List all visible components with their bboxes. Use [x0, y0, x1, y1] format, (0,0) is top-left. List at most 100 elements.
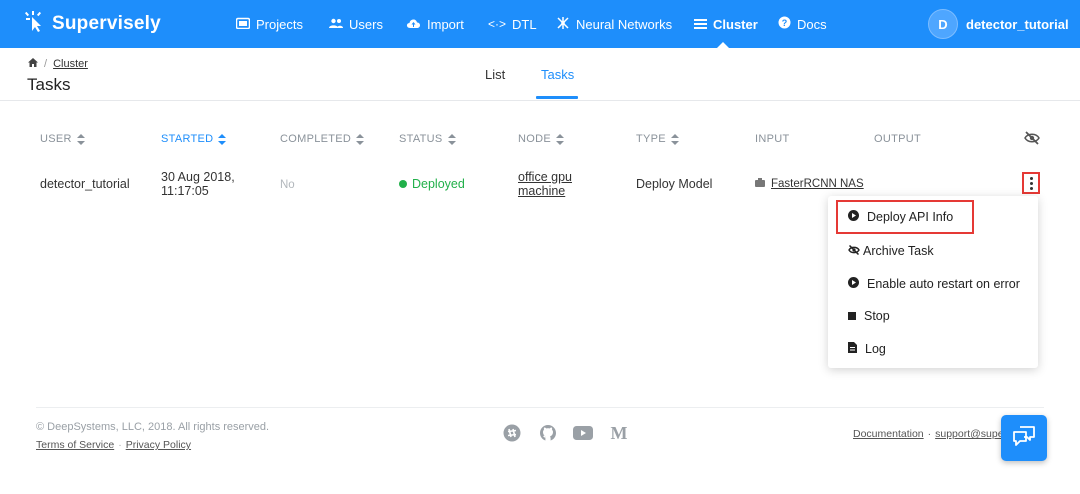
user-name: detector_tutorial	[966, 16, 1069, 32]
column-header-completed[interactable]: COMPLETED	[280, 133, 365, 145]
menu-item-label: Archive Task	[863, 244, 934, 258]
cell-status: Deployed	[399, 177, 465, 191]
column-header-user[interactable]: USER	[40, 133, 85, 145]
menu-item-log[interactable]: Log	[848, 339, 886, 359]
tab-list[interactable]: List	[485, 67, 505, 82]
medium-icon[interactable]: M	[609, 423, 629, 443]
help-icon: ?	[778, 16, 791, 32]
nav-docs[interactable]: ? Docs	[778, 14, 827, 34]
column-header-status[interactable]: STATUS	[399, 133, 456, 145]
cell-node-link[interactable]: office gpu	[518, 170, 572, 184]
menu-item-enable-auto-restart[interactable]: Enable auto restart on error	[848, 274, 1020, 294]
breadcrumb: / Cluster	[28, 58, 88, 70]
nav-dtl[interactable]: <·> DTL	[488, 14, 537, 34]
column-header-node[interactable]: NODE	[518, 133, 564, 145]
home-icon[interactable]	[28, 58, 38, 70]
task-actions-more-icon[interactable]	[1022, 172, 1040, 194]
column-header-user-label: USER	[40, 133, 72, 145]
footer-separator: ·	[927, 428, 932, 440]
menu-item-label: Deploy API Info	[867, 210, 954, 224]
cell-completed: No	[280, 179, 295, 191]
sort-icon	[218, 133, 227, 145]
menu-item-label: Enable auto restart on error	[867, 277, 1020, 291]
active-tab-indicator	[536, 96, 578, 99]
column-header-started[interactable]: STARTED	[161, 133, 227, 145]
user-menu[interactable]: D detector_tutorial	[928, 9, 1069, 39]
column-header-completed-label: COMPLETED	[280, 133, 352, 145]
youtube-icon[interactable]	[573, 423, 593, 443]
column-header-input: INPUT	[755, 133, 790, 145]
breadcrumb-separator: /	[44, 58, 48, 70]
column-header-node-label: NODE	[518, 133, 551, 145]
documentation-link[interactable]: Documentation	[853, 428, 924, 440]
nav-import-label: Import	[427, 16, 464, 32]
menu-item-deploy-api-info[interactable]: Deploy API Info	[848, 207, 953, 227]
sort-icon	[670, 133, 679, 145]
column-header-output: OUTPUT	[874, 133, 921, 145]
cloud-upload-icon	[406, 17, 421, 32]
app-name: Supervisely	[52, 13, 161, 34]
hide-columns-eye-off-icon[interactable]	[1024, 131, 1040, 150]
users-icon	[329, 17, 343, 32]
copyright: © DeepSystems, LLC, 2018. All rights res…	[36, 421, 270, 433]
page-title: Tasks	[27, 75, 71, 94]
nav-neural-networks[interactable]: Neural Networks	[556, 14, 672, 34]
nav-cluster[interactable]: Cluster	[694, 14, 758, 34]
terms-of-service-link[interactable]: Terms of Service	[36, 439, 114, 451]
footer-separator: ·	[118, 439, 122, 451]
column-header-output-label: OUTPUT	[874, 133, 922, 145]
nav-users-label: Users	[349, 16, 383, 32]
eye-off-icon	[848, 244, 860, 258]
svg-text:?: ?	[782, 18, 788, 28]
logo[interactable]: Supervisely	[24, 10, 161, 38]
nav-projects[interactable]: Projects	[235, 14, 303, 34]
menu-item-label: Stop	[864, 309, 890, 323]
breadcrumb-cluster-link[interactable]: Cluster	[53, 58, 88, 70]
nav-docs-label: Docs	[797, 16, 827, 32]
column-header-input-label: INPUT	[755, 133, 790, 145]
github-icon[interactable]	[538, 423, 558, 443]
top-navbar: Supervisely Projects Users Import <·> DT…	[0, 0, 1080, 49]
stop-icon	[848, 309, 856, 323]
nav-users[interactable]: Users	[329, 14, 383, 34]
active-nav-caret	[716, 42, 730, 49]
menu-item-label: Log	[865, 342, 886, 356]
nav-dtl-label: DTL	[512, 16, 537, 32]
chat-support-button[interactable]	[1001, 415, 1047, 461]
status-label: Deployed	[412, 177, 465, 191]
input-model-link[interactable]: FasterRCNN NAS	[771, 177, 864, 191]
nav-projects-label: Projects	[256, 16, 303, 32]
neural-network-icon	[556, 16, 570, 33]
sort-icon	[76, 133, 85, 145]
status-dot-icon	[399, 180, 407, 188]
sort-icon	[555, 133, 564, 145]
model-icon	[755, 177, 765, 191]
app-root: Supervisely Projects Users Import <·> DT…	[0, 0, 1080, 494]
cell-started-date: 30 Aug 2018,	[161, 170, 235, 184]
slack-icon[interactable]	[502, 423, 522, 443]
menu-item-archive-task[interactable]: Archive Task	[848, 241, 934, 261]
cell-node-link-line2[interactable]: machine	[518, 184, 565, 198]
header-divider	[0, 100, 1080, 101]
cell-user: detector_tutorial	[40, 177, 130, 191]
code-arrows-icon: <·>	[488, 17, 507, 31]
footer-divider	[36, 407, 1044, 408]
cell-type: Deploy Model	[636, 177, 713, 191]
avatar: D	[928, 9, 958, 39]
nav-import[interactable]: Import	[406, 14, 464, 34]
supervisely-logo-icon	[24, 10, 44, 38]
sort-icon	[356, 133, 365, 145]
column-header-status-label: STATUS	[399, 133, 443, 145]
play-circle-icon	[848, 277, 859, 291]
footer-legal-links: Terms of Service · Privacy Policy	[36, 439, 191, 451]
cell-started-time: 11:17:05	[161, 184, 209, 198]
column-header-type-label: TYPE	[636, 133, 666, 145]
chat-icon	[1012, 425, 1036, 452]
play-circle-icon	[848, 210, 859, 224]
task-actions-menu: Deploy API Info Archive Task Enable auto…	[828, 196, 1038, 368]
privacy-policy-link[interactable]: Privacy Policy	[126, 439, 191, 451]
column-header-type[interactable]: TYPE	[636, 133, 679, 145]
tab-tasks[interactable]: Tasks	[541, 67, 574, 82]
projects-icon	[235, 17, 251, 32]
menu-item-stop[interactable]: Stop	[848, 306, 890, 326]
